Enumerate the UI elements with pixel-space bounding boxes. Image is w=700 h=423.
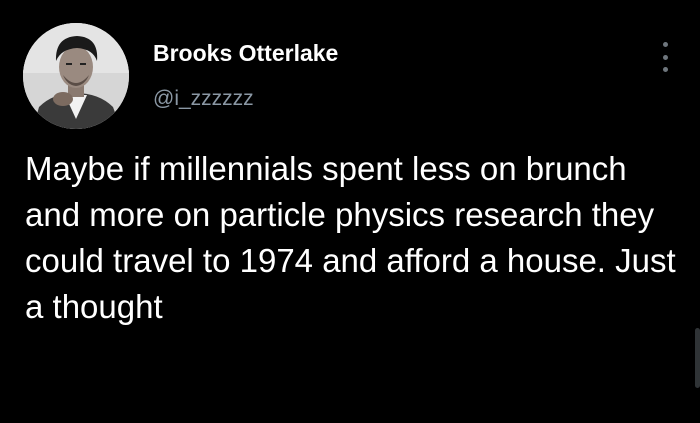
tweet-card: Brooks Otterlake @i_zzzzzz Maybe if mill… (0, 0, 700, 423)
tweet-text: Maybe if millennials spent less on brunc… (25, 150, 676, 325)
more-vertical-icon-dot (662, 67, 668, 72)
more-options-button[interactable] (654, 42, 676, 72)
author-handle[interactable]: @i_zzzzzz (153, 86, 338, 112)
more-vertical-icon (662, 42, 668, 47)
avatar-photo (23, 23, 129, 129)
author-info: Brooks Otterlake @i_zzzzzz (153, 38, 338, 112)
more-vertical-icon-dot (662, 54, 668, 60)
author-display-name[interactable]: Brooks Otterlake (153, 38, 338, 68)
avatar[interactable] (23, 23, 129, 129)
scrollbar[interactable] (695, 328, 700, 388)
